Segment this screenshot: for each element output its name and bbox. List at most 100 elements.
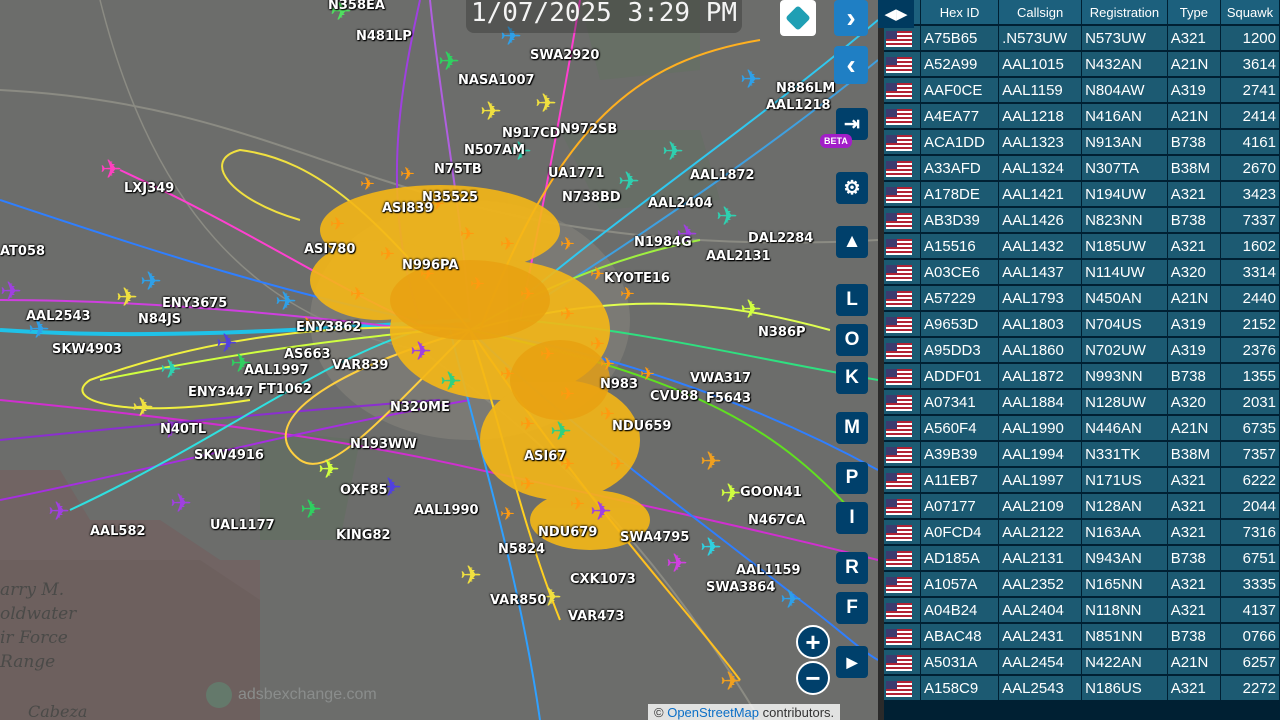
aircraft-label[interactable]: N5824: [498, 542, 545, 557]
table-row[interactable]: ABAC48 AAL2431 N851NN B738 0766: [884, 624, 1280, 648]
table-row[interactable]: A39B39 AAL1994 N331TK B38M 7357: [884, 442, 1280, 466]
table-row[interactable]: A95DD3 AAL1860 N702UW A319 2376: [884, 338, 1280, 362]
letter-button-p[interactable]: P: [836, 462, 868, 494]
letter-button-k[interactable]: K: [836, 362, 868, 394]
registration-header[interactable]: Registration: [1082, 0, 1168, 24]
aircraft-label[interactable]: N467CA: [748, 513, 806, 528]
aircraft-label[interactable]: ASI67: [524, 449, 566, 464]
aircraft-label[interactable]: N996PA: [402, 258, 458, 273]
letter-button-f[interactable]: F: [836, 592, 868, 624]
aircraft-label[interactable]: ASI839: [382, 201, 433, 216]
aircraft-label[interactable]: ENY3675: [162, 296, 227, 311]
table-row[interactable]: A07177 AAL2109 N128AN A321 2044: [884, 494, 1280, 518]
table-row[interactable]: ADDF01 AAL1872 N993NN B738 1355: [884, 364, 1280, 388]
aircraft-label[interactable]: N738BD: [562, 190, 621, 205]
filter-button[interactable]: ▲: [836, 226, 868, 258]
aircraft-label[interactable]: N917CD: [502, 126, 560, 141]
aircraft-label[interactable]: ENY3862: [296, 320, 361, 335]
aircraft-label[interactable]: KING82: [336, 528, 391, 543]
aircraft-label[interactable]: CXK1073: [570, 572, 636, 587]
table-row[interactable]: A178DE AAL1421 N194UW A321 3423: [884, 182, 1280, 206]
aircraft-label[interactable]: ENY3447: [188, 385, 253, 400]
aircraft-label[interactable]: N886LM: [776, 81, 835, 96]
table-row[interactable]: A75B65 .N573UW N573UW A321 1200: [884, 26, 1280, 50]
table-row[interactable]: A15516 AAL1432 N185UW A321 1602: [884, 234, 1280, 258]
collapse-left-button[interactable]: ‹: [834, 46, 868, 84]
aircraft-label[interactable]: N386P: [758, 325, 806, 340]
aircraft-label[interactable]: AAL1872: [690, 168, 755, 183]
table-row[interactable]: AB3D39 AAL1426 N823NN B738 7337: [884, 208, 1280, 232]
aircraft-label[interactable]: AAL582: [90, 524, 146, 539]
table-row[interactable]: A1057A AAL2352 N165NN A321 3335: [884, 572, 1280, 596]
zoom-out-button[interactable]: −: [796, 661, 830, 695]
table-row[interactable]: AAF0CE AAL1159 N804AW A319 2741: [884, 78, 1280, 102]
aircraft-label[interactable]: OXF85: [340, 483, 388, 498]
aircraft-label[interactable]: VAR473: [568, 609, 624, 624]
aircraft-label[interactable]: N320ME: [390, 400, 450, 415]
letter-button-l[interactable]: L: [836, 284, 868, 316]
table-row[interactable]: A57229 AAL1793 N450AN A21N 2440: [884, 286, 1280, 310]
table-row[interactable]: A0FCD4 AAL2122 N163AA A321 7316: [884, 520, 1280, 544]
table-row[interactable]: A07341 AAL1884 N128UW A320 2031: [884, 390, 1280, 414]
letter-button-i[interactable]: I: [836, 502, 868, 534]
aircraft-label[interactable]: VAR839: [332, 358, 388, 373]
aircraft-label[interactable]: VAR850: [490, 593, 546, 608]
letter-button-r[interactable]: R: [836, 552, 868, 584]
aircraft-label[interactable]: AS663: [284, 347, 331, 362]
aircraft-label[interactable]: SWA3864: [706, 580, 775, 595]
squawk-header[interactable]: Squawk: [1220, 0, 1280, 24]
callsign-header[interactable]: Callsign: [999, 0, 1083, 24]
aircraft-label[interactable]: FT1062: [258, 382, 312, 397]
letter-button-m[interactable]: M: [836, 412, 868, 444]
map-view[interactable]: ✈ ✈ ✈ ✈ ✈ ✈ ✈ ✈ ✈ ✈ ✈ ✈ ✈ ✈ ✈ ✈ ✈ ✈ ✈ ✈ …: [0, 0, 878, 720]
table-row[interactable]: A04B24 AAL2404 N118NN A321 4137: [884, 598, 1280, 622]
layers-button[interactable]: [780, 0, 816, 36]
table-row[interactable]: A9653D AAL1803 N704US A319 2152: [884, 312, 1280, 336]
aircraft-label[interactable]: GOON41: [740, 485, 802, 500]
zoom-in-button[interactable]: +: [796, 625, 830, 659]
aircraft-label[interactable]: UA1771: [548, 166, 604, 181]
aircraft-label[interactable]: VWA317: [690, 371, 751, 386]
aircraft-label[interactable]: ASI780: [304, 242, 355, 257]
aircraft-label[interactable]: N481LP: [356, 29, 412, 44]
aircraft-label[interactable]: DAL2284: [748, 231, 813, 246]
aircraft-label[interactable]: F5643: [706, 391, 751, 406]
aircraft-label[interactable]: N983: [600, 377, 638, 392]
osm-link[interactable]: OpenStreetMap: [667, 705, 759, 720]
aircraft-label[interactable]: N1984G: [634, 235, 692, 250]
aircraft-label[interactable]: NDU659: [612, 419, 671, 434]
hex-id-header[interactable]: Hex ID: [921, 0, 1000, 24]
aircraft-label[interactable]: SWA4795: [620, 530, 689, 545]
aircraft-label[interactable]: AAL2131: [706, 249, 771, 264]
aircraft-label[interactable]: UAL1177: [210, 518, 275, 533]
table-row[interactable]: A560F4 AAL1990 N446AN A21N 6735: [884, 416, 1280, 440]
aircraft-label[interactable]: SKW4903: [52, 342, 122, 357]
aircraft-label[interactable]: AAL1159: [736, 563, 801, 578]
settings-button[interactable]: ⚙: [836, 172, 868, 204]
table-row[interactable]: A03CE6 AAL1437 N114UW A320 3314: [884, 260, 1280, 284]
aircraft-label[interactable]: NASA1007: [458, 73, 535, 88]
replay-button[interactable]: ▶: [836, 646, 868, 678]
table-row[interactable]: A158C9 AAL2543 N186US A321 2272: [884, 676, 1280, 700]
aircraft-label[interactable]: LXJ349: [124, 181, 174, 196]
aircraft-label[interactable]: SWA2920: [530, 48, 599, 63]
aircraft-label[interactable]: NDU679: [538, 525, 597, 540]
aircraft-label[interactable]: AAL1218: [766, 98, 831, 113]
expand-right-button[interactable]: ›: [834, 0, 868, 36]
table-row[interactable]: A11EB7 AAL1997 N171US A321 6222: [884, 468, 1280, 492]
aircraft-label[interactable]: AAL1990: [414, 503, 479, 518]
aircraft-label[interactable]: N507AM: [464, 143, 525, 158]
panel-expand-button[interactable]: ◀▶: [878, 0, 914, 28]
table-row[interactable]: AD185A AAL2131 N943AN B738 6751: [884, 546, 1280, 570]
aircraft-label[interactable]: N84JS: [138, 312, 181, 327]
table-row[interactable]: A4EA77 AAL1218 N416AN A21N 2414: [884, 104, 1280, 128]
aircraft-label[interactable]: AAL1997: [244, 363, 309, 378]
aircraft-label[interactable]: AAL2543: [26, 309, 91, 324]
aircraft-label[interactable]: AAL2404: [648, 196, 713, 211]
aircraft-label[interactable]: N75TB: [434, 162, 482, 177]
aircraft-label[interactable]: AT058: [0, 244, 45, 259]
table-row[interactable]: A52A99 AAL1015 N432AN A21N 3614: [884, 52, 1280, 76]
table-row[interactable]: A33AFD AAL1324 N307TA B38M 2670: [884, 156, 1280, 180]
aircraft-label[interactable]: N193WW: [350, 437, 417, 452]
aircraft-label[interactable]: N40TL: [160, 422, 206, 437]
